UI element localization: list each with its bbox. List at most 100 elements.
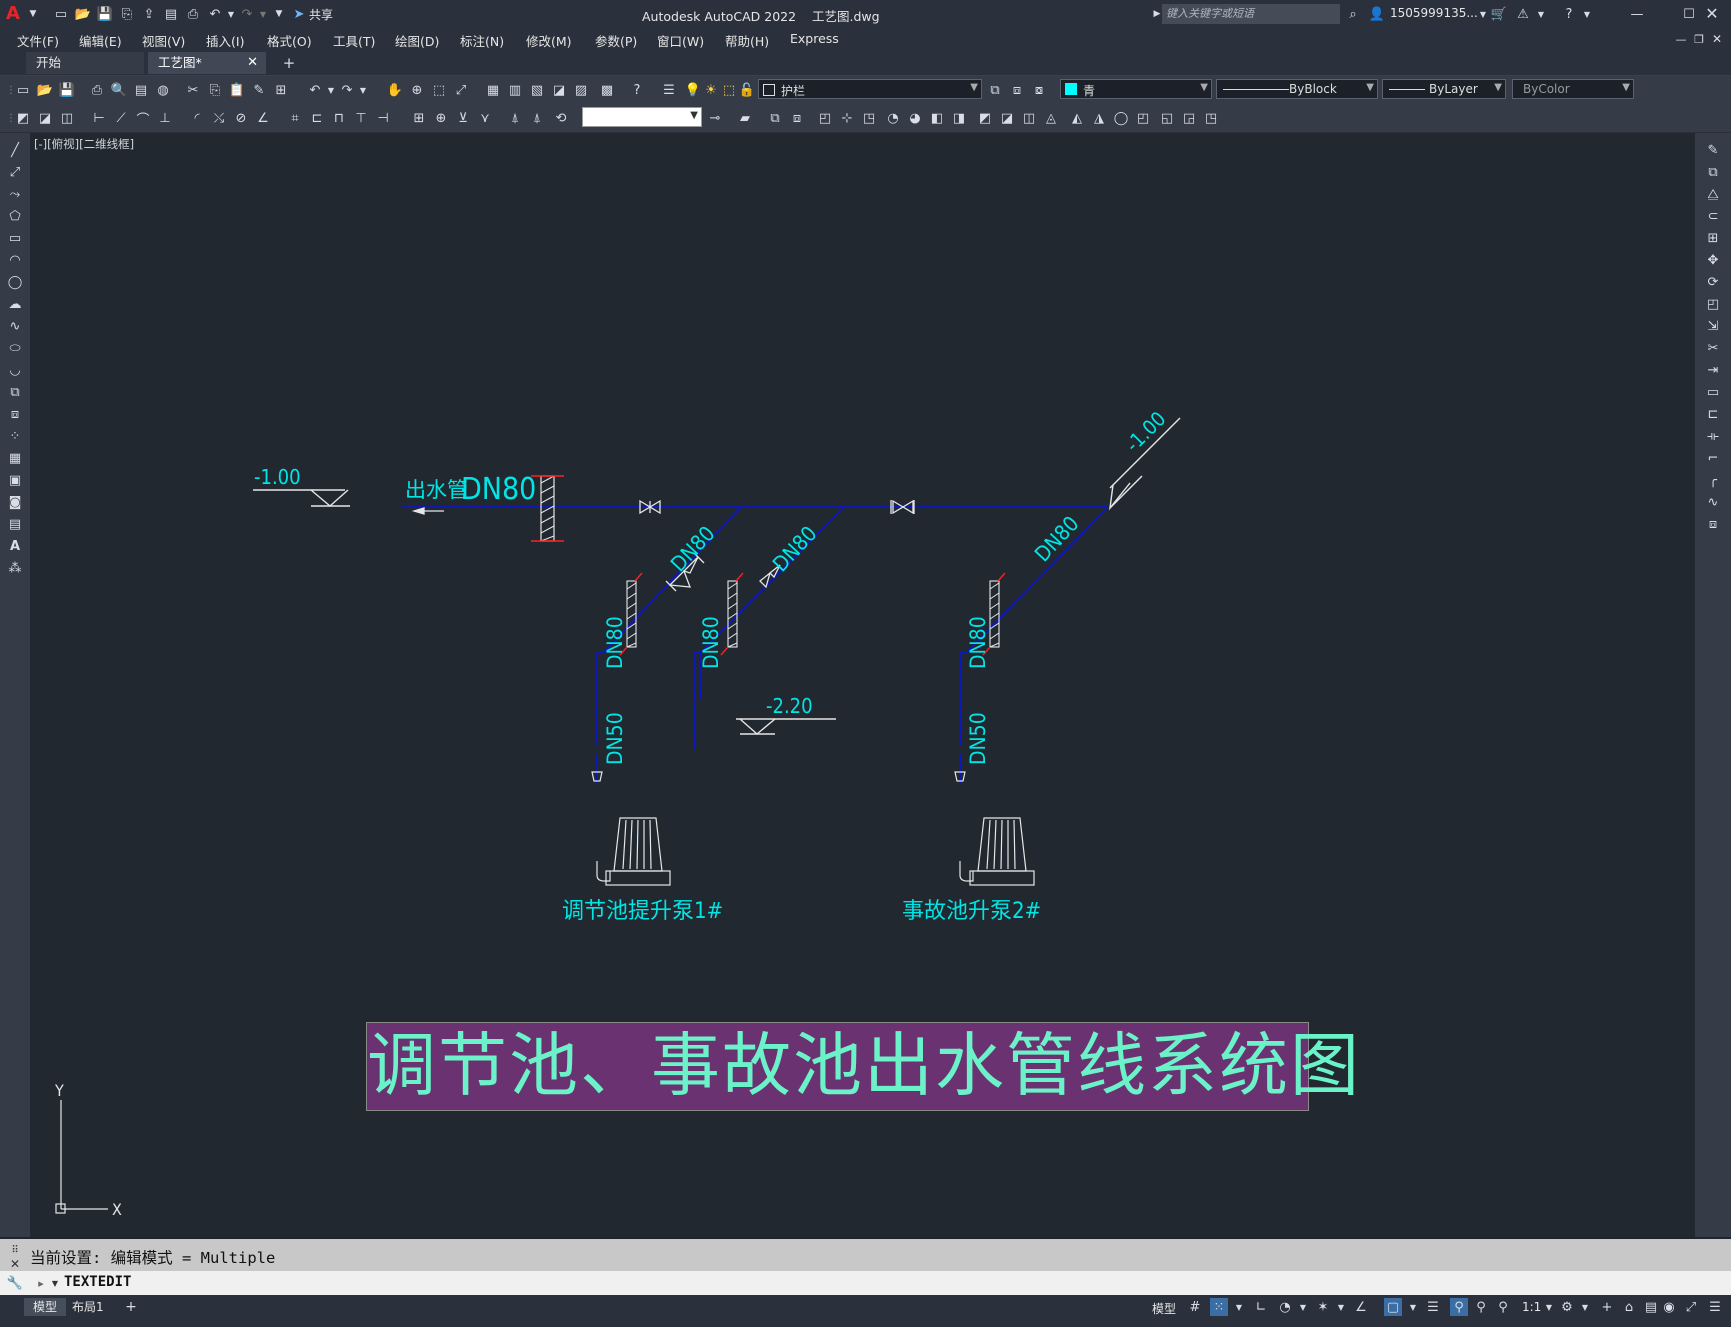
isodraft-icon[interactable]: ✶ (1314, 1298, 1332, 1316)
ellipse-arc-icon[interactable]: ◡ (6, 361, 24, 379)
menu-view[interactable]: 视图(V) (142, 31, 185, 50)
isolate-objects-icon[interactable]: ◉ (1660, 1298, 1678, 1316)
customize-qat-icon[interactable]: ▼ (270, 5, 288, 23)
aligned-dimension-icon[interactable]: ⟋ (112, 109, 130, 127)
blend-curves-icon[interactable]: ∿ (1704, 493, 1722, 511)
pump-2-symbol[interactable] (959, 817, 1035, 886)
dimension-edit-icon[interactable]: ⍋ (506, 109, 524, 127)
tab-close-icon[interactable]: ✕ (247, 52, 258, 74)
autocad-logo-icon[interactable]: A (6, 4, 24, 24)
center-mark-icon[interactable]: ⊕ (432, 109, 450, 127)
ellipse-icon[interactable]: ⬭ (6, 339, 24, 357)
point-icon[interactable]: ⁘ (6, 427, 24, 445)
tab-start[interactable]: 开始 (26, 52, 144, 74)
menu-express[interactable]: Express (790, 31, 839, 46)
extend-icon[interactable]: ⇥ (1704, 361, 1722, 379)
save-as-icon[interactable]: ⎘ (118, 5, 136, 23)
pump2-pipe-size-label[interactable]: DN50 (966, 712, 990, 765)
menu-draw[interactable]: 绘图(D) (395, 31, 439, 50)
share-icon[interactable]: ➤ (290, 5, 308, 23)
object-snap-tracking-icon[interactable]: ∠ (1352, 1298, 1370, 1316)
pipe-network[interactable] (402, 506, 1109, 784)
object-snap-icon[interactable]: ▢ (1384, 1298, 1402, 1316)
object-snap-dropdown-icon[interactable]: ▼ (1404, 1298, 1422, 1316)
explode-icon[interactable]: ⧈ (1704, 515, 1722, 533)
outlet-pipe-size[interactable]: DN80 (461, 472, 536, 507)
layer-viewport-icon[interactable]: ⬚ (720, 81, 738, 99)
scale-dropdown-icon[interactable]: ▼ (1540, 1298, 1558, 1316)
plotstyle-dropdown[interactable]: ByColor ▼ (1512, 79, 1634, 99)
new-layout-plus-icon[interactable]: + (122, 1298, 140, 1316)
isodraft-dropdown-icon[interactable]: ▼ (1332, 1298, 1350, 1316)
app-menu-chevron-icon[interactable]: ▼ (24, 5, 42, 23)
copy-tool-icon[interactable]: ⧉ (766, 109, 784, 127)
rotate-icon[interactable]: ⟳ (1704, 273, 1722, 291)
workspace-gear-icon[interactable]: ⚙ (1558, 1298, 1576, 1316)
erase-icon[interactable]: ✎ (1704, 141, 1722, 159)
dimension-text-edit-icon[interactable]: ⍋ (528, 109, 546, 127)
array-icon[interactable]: ⊞ (1704, 229, 1722, 247)
tool-a2-icon[interactable]: ◪ (36, 109, 54, 127)
branch3-size-label[interactable]: DN80 (1030, 511, 1084, 566)
qnew-icon[interactable]: ▭ (14, 81, 32, 99)
auto-scale-icon[interactable]: ⚲ (1472, 1298, 1490, 1316)
layer-on-icon[interactable]: 💡 (684, 81, 702, 99)
layout-tab-layout1[interactable]: 布局1 (72, 1298, 104, 1316)
text-tool-icon[interactable]: ◰ (1134, 109, 1152, 127)
mirror-icon[interactable]: ⧋ (1704, 185, 1722, 203)
fillet-icon[interactable]: ╭ (1704, 471, 1722, 489)
customize-command-icon[interactable]: 🔧 (6, 1274, 24, 1292)
insert-tool-icon[interactable]: ◲ (1180, 109, 1198, 127)
help-toolbar-icon[interactable]: ? (628, 81, 646, 99)
outlet-pipe-label[interactable]: 出水管 (405, 478, 468, 502)
layer-properties-icon[interactable]: ☰ (660, 81, 678, 99)
rotate-tool-icon[interactable]: ◔ (884, 109, 902, 127)
stretch-tool-icon[interactable]: ◧ (928, 109, 946, 127)
rectangle-icon[interactable]: ▭ (6, 229, 24, 247)
cut-icon[interactable]: ✂ (184, 81, 202, 99)
lineweight-display-icon[interactable]: ☰ (1424, 1298, 1442, 1316)
user-icon[interactable]: 👤 (1368, 5, 1386, 23)
save-icon[interactable]: 💾 (96, 5, 114, 23)
menu-dimension[interactable]: 标注(N) (460, 31, 504, 50)
drawing-title-block[interactable]: 调节池、事故池出水管线系统图 (366, 1022, 1359, 1111)
menu-parameter[interactable]: 参数(P) (595, 31, 637, 50)
print-preview-icon[interactable]: ▤ (162, 5, 180, 23)
dimstyle-icon[interactable]: ⊸ (706, 109, 724, 127)
copy-object-icon[interactable]: ⧉ (1704, 163, 1722, 181)
array-tool-icon[interactable]: ⊹ (838, 109, 856, 127)
line-icon[interactable]: ╱ (6, 141, 24, 159)
new-file-icon[interactable]: ▭ (52, 5, 70, 23)
dimension-update-icon[interactable]: ⟲ (552, 109, 570, 127)
construction-line-icon[interactable]: ⤢ (6, 163, 24, 181)
gradient-icon[interactable]: ▣ (6, 471, 24, 489)
baseline-dimension-icon[interactable]: ⊏ (308, 109, 326, 127)
annotation-visibility-icon[interactable]: ⚲ (1450, 1298, 1468, 1316)
continue-dimension-icon[interactable]: ⊓ (330, 109, 348, 127)
pump-1-label[interactable]: 调节池提升泵1# (562, 899, 723, 924)
clean-screen-icon[interactable]: ⤢ (1682, 1298, 1700, 1316)
annotation-monitor-icon[interactable]: + (1598, 1298, 1616, 1316)
tolerance-icon[interactable]: ⊞ (410, 109, 428, 127)
offset-tool-icon[interactable]: ◰ (816, 109, 834, 127)
dimension-style-dropdown[interactable]: ▼ (582, 107, 702, 127)
move-icon[interactable]: ✥ (1704, 251, 1722, 269)
layer-state-icon[interactable]: ⧇ (1030, 81, 1048, 99)
menu-modify[interactable]: 修改(M) (526, 31, 572, 50)
model-space-button[interactable]: 模型 (1152, 1300, 1176, 1317)
plot-toolbar-icon[interactable]: ⎙ (88, 81, 106, 99)
insert-block-icon[interactable]: ⧉ (6, 383, 24, 401)
pan-icon[interactable]: ✋ (386, 81, 404, 99)
properties-icon[interactable]: ▦ (484, 81, 502, 99)
revision-cloud-icon[interactable]: ☁ (6, 295, 24, 313)
workspace-dropdown-icon[interactable]: ▼ (1576, 1298, 1594, 1316)
spline-icon[interactable]: ∿ (6, 317, 24, 335)
menu-help[interactable]: 帮助(H) (725, 31, 769, 50)
linetype-dropdown[interactable]: ByBlock ▼ (1216, 79, 1378, 99)
help-icon[interactable]: ? (1560, 5, 1578, 23)
sheet-set-icon[interactable]: ◪ (550, 81, 568, 99)
ortho-icon[interactable]: ∟ (1252, 1298, 1270, 1316)
pump1-pipe-size-label[interactable]: DN50 (603, 712, 627, 765)
inspect-icon[interactable]: ⊻ (454, 109, 472, 127)
publish-icon[interactable]: ⇪ (140, 5, 158, 23)
